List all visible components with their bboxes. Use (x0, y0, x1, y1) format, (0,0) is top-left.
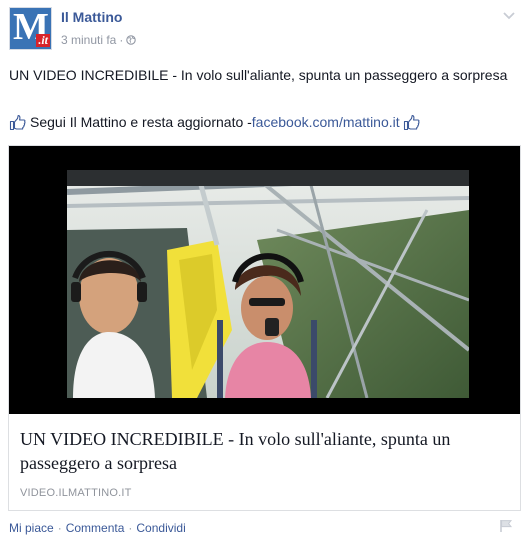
comment-button[interactable]: Commenta (66, 521, 125, 535)
action-separator: · (128, 521, 133, 535)
facebook-post: M .it Il Mattino 3 minuti fa · UN VIDEO … (0, 0, 527, 539)
post-header: M .it Il Mattino 3 minuti fa · (9, 7, 516, 53)
page-name-link[interactable]: Il Mattino (61, 9, 122, 25)
post-message: UN VIDEO INCREDIBILE - In volo sull'alia… (9, 67, 508, 83)
avatar-logo-suffix: .it (36, 33, 50, 47)
like-icon (9, 114, 26, 131)
follow-text: Segui Il Mattino e resta aggiornato - (30, 114, 252, 130)
page-avatar[interactable]: M .it (9, 7, 52, 50)
video-thumbnail-image (67, 170, 469, 398)
share-button[interactable]: Condividi (136, 521, 185, 535)
globe-icon[interactable] (126, 35, 137, 45)
link-preview-card[interactable]: UN VIDEO INCREDIBILE - In volo sull'alia… (8, 145, 521, 511)
post-timestamp[interactable]: 3 minuti fa (61, 33, 116, 47)
link-domain: VIDEO.ILMATTINO.IT (20, 487, 132, 499)
video-thumbnail[interactable] (9, 146, 520, 414)
follow-line: Segui Il Mattino e resta aggiornato - fa… (9, 112, 514, 133)
post-actions: Mi piace · Commenta · Condividi (9, 521, 186, 535)
post-meta: 3 minuti fa · (61, 33, 137, 47)
meta-separator: · (119, 33, 124, 47)
like-button[interactable]: Mi piace (9, 521, 54, 535)
link-title[interactable]: UN VIDEO INCREDIBILE - In volo sull'alia… (20, 427, 510, 475)
chevron-down-icon[interactable] (502, 11, 516, 21)
action-separator: · (57, 521, 62, 535)
follow-link[interactable]: facebook.com/mattino.it (252, 112, 400, 133)
flag-icon[interactable] (499, 519, 513, 533)
like-icon (403, 114, 420, 131)
